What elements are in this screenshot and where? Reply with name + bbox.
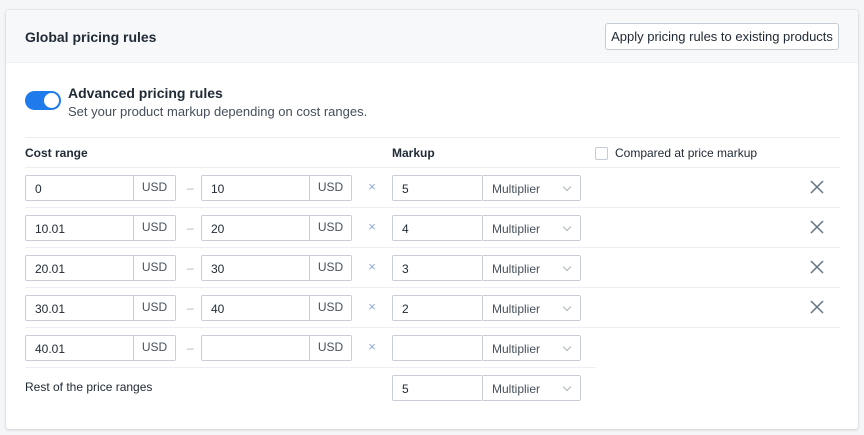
markup-value: 5: [402, 182, 409, 196]
markup-value: 4: [402, 222, 409, 236]
markup-header: Markup: [392, 146, 435, 160]
cost-to-input[interactable]: USD: [201, 335, 352, 361]
range-dash: –: [187, 261, 194, 275]
advanced-pricing-description: Set your product markup depending on cos…: [68, 104, 368, 119]
pricing-rule-row: 20.01 USD – 30 USD × 3 Multiplier: [6, 255, 858, 281]
cost-to-value: 40: [211, 302, 225, 316]
card-title: Global pricing rules: [25, 29, 157, 45]
remove-rule-icon[interactable]: [808, 298, 826, 316]
cost-from-value: 0: [35, 182, 42, 196]
chevron-down-icon: [562, 182, 572, 192]
row-divider: [25, 247, 840, 248]
currency-unit: USD: [133, 216, 175, 240]
rest-markup-input[interactable]: 5: [392, 375, 483, 401]
chevron-down-icon: [562, 302, 572, 312]
markup-type-select[interactable]: Multiplier: [483, 255, 581, 281]
currency-unit: USD: [309, 336, 351, 360]
range-dash: –: [187, 341, 194, 355]
currency-unit: USD: [133, 336, 175, 360]
chevron-down-icon: [562, 342, 572, 352]
markup-input[interactable]: 4: [392, 215, 483, 241]
currency-unit: USD: [309, 256, 351, 280]
markup-value: 3: [402, 262, 409, 276]
currency-unit: USD: [133, 176, 175, 200]
cost-from-value: 40.01: [35, 342, 66, 356]
rest-markup-value: 5: [402, 382, 409, 396]
rest-label: Rest of the price ranges: [25, 380, 153, 394]
currency-unit: USD: [309, 216, 351, 240]
row-divider: [25, 327, 840, 328]
cost-from-input[interactable]: 10.01 USD: [25, 215, 176, 241]
cost-from-value: 10.01: [35, 222, 66, 236]
divider: [25, 137, 840, 138]
card-header: Global pricing rules Apply pricing rules…: [6, 10, 858, 63]
markup-type-select[interactable]: Multiplier: [483, 215, 581, 241]
divider: [25, 167, 840, 168]
markup-input[interactable]: 2: [392, 295, 483, 321]
cost-from-input[interactable]: 0 USD: [25, 175, 176, 201]
cost-from-input[interactable]: 20.01 USD: [25, 255, 176, 281]
markup-value: 2: [402, 302, 409, 316]
chevron-down-icon: [562, 382, 572, 392]
remove-rule-icon[interactable]: [808, 218, 826, 236]
times-icon: ×: [368, 219, 376, 234]
pricing-rules-card: Global pricing rules Apply pricing rules…: [6, 10, 858, 429]
pricing-rule-row: 40.01 USD – USD × Multiplier: [6, 335, 858, 361]
markup-input[interactable]: 3: [392, 255, 483, 281]
advanced-pricing-title: Advanced pricing rules: [68, 85, 223, 101]
cost-from-input[interactable]: 40.01 USD: [25, 335, 176, 361]
times-icon: ×: [368, 339, 376, 354]
chevron-down-icon: [562, 262, 572, 272]
times-icon: ×: [368, 299, 376, 314]
pricing-rule-row: 0 USD – 10 USD × 5 Multiplier: [6, 175, 858, 201]
row-divider: [25, 287, 840, 288]
cost-to-value: 10: [211, 182, 225, 196]
times-icon: ×: [368, 179, 376, 194]
range-dash: –: [187, 181, 194, 195]
toggle-knob: [44, 93, 59, 108]
markup-type: Multiplier: [492, 302, 541, 316]
markup-input[interactable]: 5: [392, 175, 483, 201]
cost-to-input[interactable]: 20 USD: [201, 215, 352, 241]
range-dash: –: [187, 221, 194, 235]
row-divider: [25, 207, 840, 208]
currency-unit: USD: [133, 256, 175, 280]
advanced-pricing-toggle[interactable]: [25, 91, 61, 110]
markup-type-select[interactable]: Multiplier: [483, 175, 581, 201]
currency-unit: USD: [309, 296, 351, 320]
cost-to-input[interactable]: 40 USD: [201, 295, 352, 321]
chevron-down-icon: [562, 222, 572, 232]
cost-from-input[interactable]: 30.01 USD: [25, 295, 176, 321]
cost-to-input[interactable]: 30 USD: [201, 255, 352, 281]
rest-markup-type: Multiplier: [492, 382, 541, 396]
currency-unit: USD: [309, 176, 351, 200]
cost-from-value: 20.01: [35, 262, 66, 276]
divider: [25, 367, 596, 368]
cost-to-input[interactable]: 10 USD: [201, 175, 352, 201]
markup-type-select[interactable]: Multiplier: [483, 295, 581, 321]
markup-type-select[interactable]: Multiplier: [483, 335, 581, 361]
remove-rule-icon[interactable]: [808, 258, 826, 276]
times-icon: ×: [368, 259, 376, 274]
cost-from-value: 30.01: [35, 302, 66, 316]
cost-to-value: 30: [211, 262, 225, 276]
range-dash: –: [187, 301, 194, 315]
remove-rule-icon[interactable]: [808, 178, 826, 196]
markup-input[interactable]: [392, 335, 483, 361]
markup-type: Multiplier: [492, 342, 541, 356]
markup-type: Multiplier: [492, 262, 541, 276]
apply-pricing-rules-button[interactable]: Apply pricing rules to existing products: [605, 23, 839, 50]
markup-type: Multiplier: [492, 182, 541, 196]
cost-to-value: 20: [211, 222, 225, 236]
compared-at-label: Compared at price markup: [615, 146, 758, 160]
compared-at-checkbox[interactable]: [595, 146, 608, 160]
rest-markup-type-select[interactable]: Multiplier: [483, 375, 581, 401]
markup-type: Multiplier: [492, 222, 541, 236]
pricing-rule-row: 30.01 USD – 40 USD × 2 Multiplier: [6, 295, 858, 321]
currency-unit: USD: [133, 296, 175, 320]
cost-range-header: Cost range: [25, 146, 88, 160]
pricing-rule-row: 10.01 USD – 20 USD × 4 Multiplier: [6, 215, 858, 241]
compared-at-markup: Compared at price markup: [595, 146, 757, 160]
